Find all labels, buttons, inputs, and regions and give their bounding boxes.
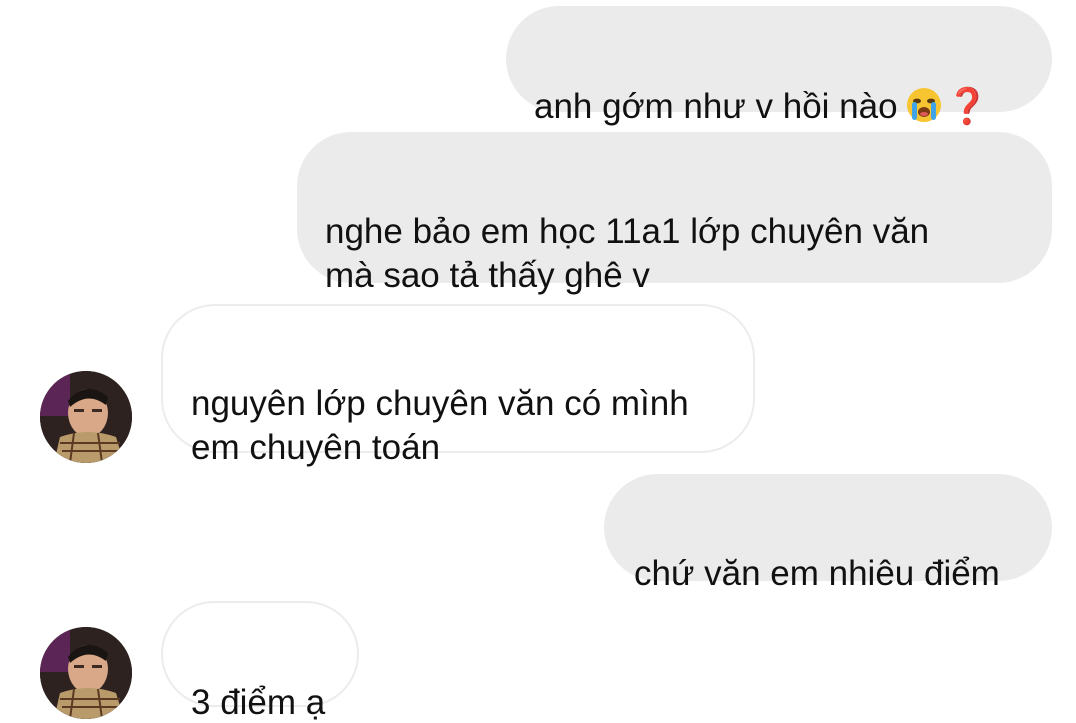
message-text: nguyên lớp chuyên văn có mình em chuyên …: [191, 384, 689, 467]
avatar[interactable]: [40, 627, 132, 719]
outgoing-message-bubble[interactable]: nghe bảo em học 11a1 lớp chuyên văn mà s…: [297, 132, 1052, 295]
loudly-crying-face-emoji-icon: [904, 84, 944, 124]
outgoing-message-bubble[interactable]: chứ văn em nhiêu điểm: [604, 474, 1052, 593]
chat-thread: anh gớm như v hồi nào ❓ nghe bảo em học 1…: [0, 0, 1076, 723]
outgoing-message-bubble[interactable]: anh gớm như v hồi nào ❓: [506, 6, 1052, 126]
profile-photo: [40, 627, 132, 719]
question-mark-icon: ❓: [945, 87, 990, 126]
profile-photo: [40, 371, 132, 463]
message-text: chứ văn em nhiêu điểm: [634, 554, 1000, 593]
message-text: nghe bảo em học 11a1 lớp chuyên văn mà s…: [325, 212, 930, 295]
incoming-message-bubble[interactable]: 3 điểm ạ: [161, 601, 359, 722]
incoming-message-bubble[interactable]: nguyên lớp chuyên văn có mình em chuyên …: [161, 304, 755, 467]
message-text: 3 điểm ạ: [191, 683, 326, 722]
message-text: anh gớm như v hồi nào: [534, 87, 898, 126]
avatar[interactable]: [40, 371, 132, 463]
